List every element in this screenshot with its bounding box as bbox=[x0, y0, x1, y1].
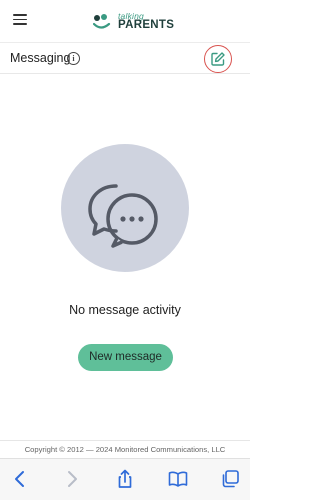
talkingparents-logo[interactable]: talking PARENTS bbox=[93, 9, 174, 33]
logo-text-bottom: PARENTS bbox=[118, 19, 175, 31]
copyright-footer: Copyright © 2012 — 2024 Monitored Commun… bbox=[0, 440, 250, 458]
share-icon[interactable] bbox=[115, 469, 135, 489]
tabs-icon[interactable] bbox=[220, 469, 240, 489]
empty-state-illustration bbox=[61, 144, 189, 272]
empty-state-message: No message activity bbox=[69, 303, 181, 317]
browser-toolbar bbox=[0, 458, 250, 500]
page-title: Messaging bbox=[10, 51, 71, 65]
logo-faces-icon bbox=[93, 14, 111, 29]
chat-bubbles-icon bbox=[88, 184, 158, 248]
app-header: talking PARENTS bbox=[0, 0, 250, 42]
compose-button[interactable] bbox=[204, 45, 232, 73]
back-icon[interactable] bbox=[10, 469, 30, 489]
new-message-button[interactable]: New message bbox=[78, 344, 173, 371]
bookmarks-icon[interactable] bbox=[168, 469, 188, 489]
forward-icon[interactable] bbox=[62, 469, 82, 489]
compose-pencil-icon bbox=[211, 52, 225, 66]
hamburger-menu-icon[interactable] bbox=[13, 14, 27, 25]
info-icon[interactable]: i bbox=[67, 52, 80, 65]
messaging-subheader: Messaging i bbox=[0, 42, 250, 74]
